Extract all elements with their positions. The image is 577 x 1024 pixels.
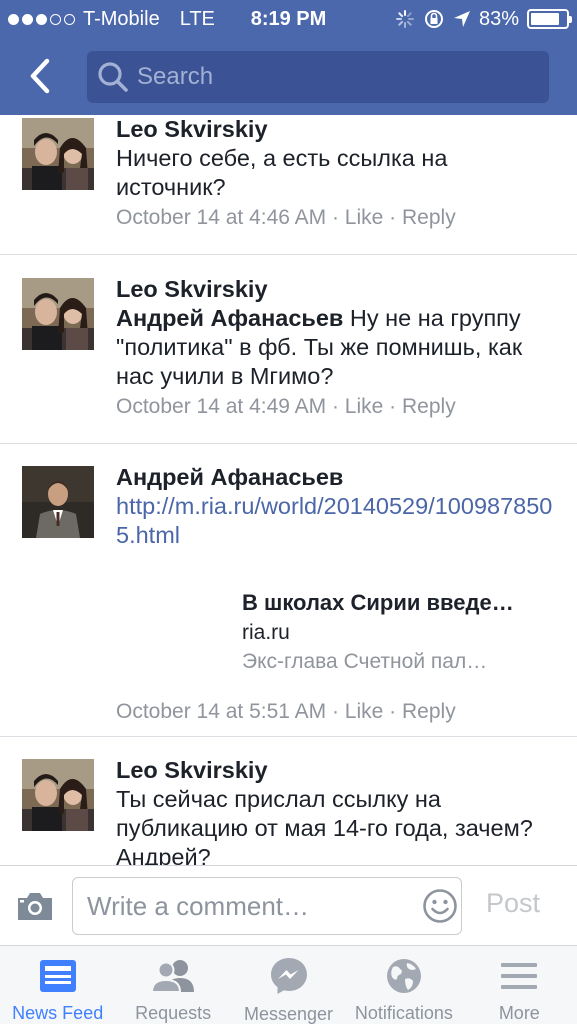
nav-bar <box>0 40 577 115</box>
comment-author[interactable]: Leo Skvirskiy <box>116 115 563 144</box>
like-link[interactable]: Like <box>345 700 384 723</box>
news-feed-icon <box>38 956 78 995</box>
tab-more[interactable]: More <box>462 946 577 1024</box>
tab-label: News Feed <box>12 1003 104 1023</box>
search-icon <box>97 61 129 93</box>
comment-text: Ничего себе, а есть ссылка на источник? <box>116 145 448 200</box>
chevron-left-icon <box>30 58 50 94</box>
camera-icon <box>18 893 52 920</box>
comment-body: Андрей Афанасьев http://m.ria.ru/world/2… <box>116 463 563 726</box>
comment-timestamp[interactable]: October 14 at 5:51 AM <box>116 700 326 723</box>
activity-spinner-icon <box>395 9 415 29</box>
tab-label: More <box>498 1003 540 1023</box>
tab-notifications[interactable]: Notifications <box>346 946 461 1024</box>
comment-composer: Post <box>0 865 577 945</box>
preview-title: В школах Сирии введе… <box>242 590 514 615</box>
search-input[interactable] <box>137 63 549 91</box>
reply-link[interactable]: Reply <box>402 395 456 418</box>
comment-timestamp[interactable]: October 14 at 4:46 AM <box>116 206 326 229</box>
tab-requests[interactable]: Requests <box>115 946 230 1024</box>
like-link[interactable]: Like <box>345 395 384 418</box>
friend-requests-icon <box>150 956 196 995</box>
comment-input[interactable] <box>73 890 422 922</box>
comment-author[interactable]: Leo Skvirskiy <box>116 275 563 304</box>
avatar-leo-skvirskiy[interactable] <box>22 118 94 190</box>
tab-label: Requests <box>135 1003 212 1023</box>
comment-item: Leo Skvirskiy Ничего себе, а есть ссылка… <box>0 115 577 255</box>
tab-label: Notifications <box>354 1003 453 1023</box>
tab-bar: News Feed Requests Messenger Notificatio… <box>0 945 577 1024</box>
comment-author[interactable]: Андрей Афанасьев <box>116 463 563 492</box>
comment-meta: October 14 at 4:46 AM · Like · Reply <box>116 206 456 229</box>
comment-meta: October 14 at 5:51 AM · Like · Reply <box>116 700 456 723</box>
emoji-button[interactable] <box>422 884 458 928</box>
camera-button[interactable] <box>14 888 56 924</box>
comments-screen: T-Mobile LTE 8:19 PM 83% Search Leo Skvi… <box>0 0 577 1024</box>
hamburger-menu-icon <box>500 956 538 995</box>
status-right: 83% <box>395 0 572 38</box>
like-link[interactable]: Like <box>345 206 384 229</box>
status-bar: T-Mobile LTE 8:19 PM 83% <box>0 0 577 38</box>
rotation-lock-icon <box>423 8 445 30</box>
post-button[interactable]: Post <box>486 888 540 919</box>
comment-author[interactable]: Leo Skvirskiy <box>116 756 563 785</box>
reply-link[interactable]: Reply <box>402 206 456 229</box>
battery-level-fill <box>531 13 560 25</box>
comment-item: Андрей Афанасьев http://m.ria.ru/world/2… <box>0 444 577 737</box>
battery-percent: 83% <box>478 8 519 30</box>
back-button[interactable] <box>18 52 62 100</box>
avatar-andrey-afanasyev[interactable] <box>22 466 94 538</box>
comment-timestamp[interactable]: October 14 at 4:49 AM <box>116 395 326 418</box>
tab-news-feed[interactable]: News Feed <box>0 946 115 1024</box>
comment-meta: October 14 at 4:49 AM · Like · Reply <box>116 395 456 418</box>
location-arrow-icon <box>453 10 471 28</box>
smiley-icon <box>423 889 457 923</box>
preview-description: Экс-глава Счетной пал… <box>242 650 488 673</box>
comment-body: Leo Skvirskiy Ничего себе, а есть ссылка… <box>116 115 563 232</box>
preview-domain: ria.ru <box>242 621 290 644</box>
comment-link[interactable]: http://m.ria.ru/world/20140529/100987850… <box>116 493 552 548</box>
comment-item: Leo Skvirskiy Андрей Афанасьев Ну не на … <box>0 255 577 444</box>
comment-list: Leo Skvirskiy Ничего себе, а есть ссылка… <box>0 115 577 865</box>
comment-item: Leo Skvirskiy Ты сейчас прислал ссылку н… <box>0 737 577 865</box>
tab-messenger[interactable]: Messenger <box>231 946 346 1024</box>
comment-mention[interactable]: Андрей Афанасьев <box>116 305 343 331</box>
comment-body: Leo Skvirskiy Андрей Афанасьев Ну не на … <box>116 275 563 421</box>
link-preview[interactable]: В школах Сирии введе… ria.ru Экс-глава С… <box>242 588 562 676</box>
tab-label: Messenger <box>243 1004 334 1024</box>
globe-icon <box>385 956 423 995</box>
messenger-icon <box>269 956 309 996</box>
comment-body: Leo Skvirskiy Ты сейчас прислал ссылку н… <box>116 756 563 865</box>
avatar-leo-skvirskiy[interactable] <box>22 759 94 831</box>
comment-box[interactable] <box>72 877 462 935</box>
comment-text: Ты сейчас прислал ссылку на публикацию о… <box>116 786 533 865</box>
search-box[interactable] <box>87 51 549 103</box>
battery-icon <box>527 9 572 29</box>
avatar-leo-skvirskiy[interactable] <box>22 278 94 350</box>
reply-link[interactable]: Reply <box>402 700 456 723</box>
header: T-Mobile LTE 8:19 PM 83% Search <box>0 0 577 115</box>
